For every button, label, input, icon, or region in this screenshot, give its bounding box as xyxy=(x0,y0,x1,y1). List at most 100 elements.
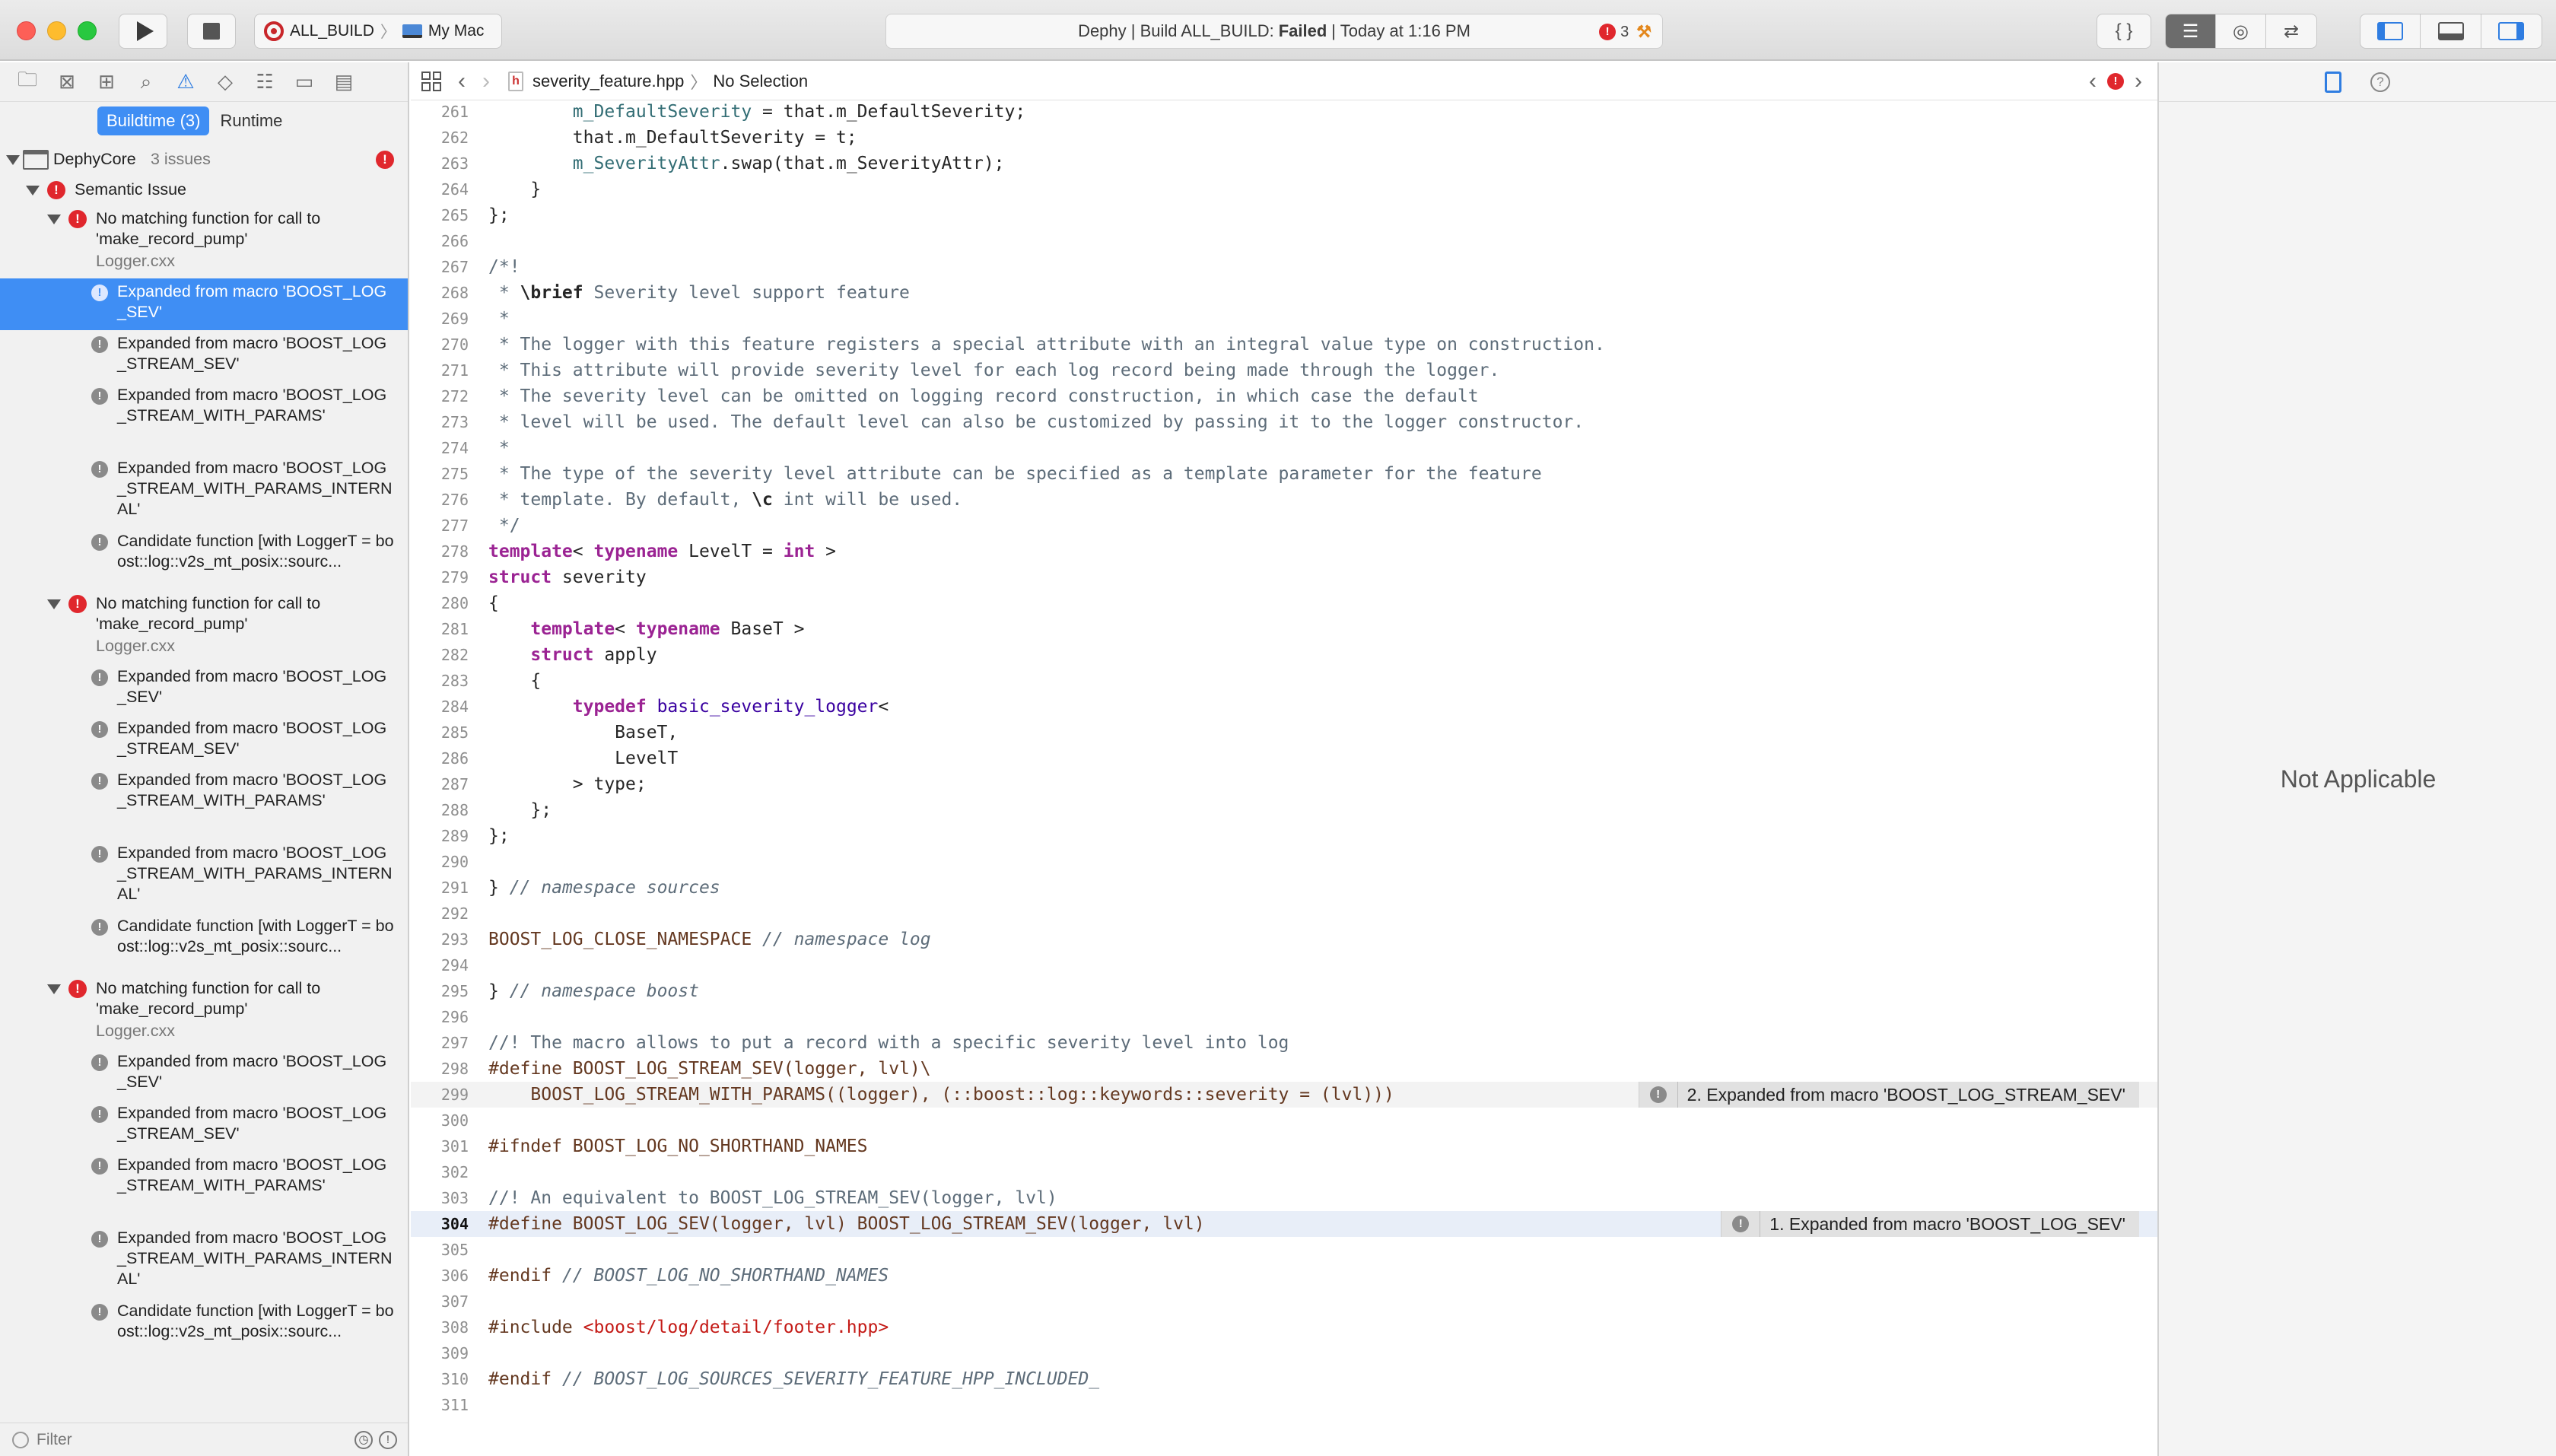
filter-input[interactable] xyxy=(37,1430,326,1449)
issues-filter-icon[interactable]: ! xyxy=(379,1431,397,1449)
code-line[interactable]: 304 #define BOOST_LOG_SEV(logger, lvl) BO… xyxy=(411,1211,2157,1237)
code-line[interactable]: 297 //! The macro allows to put a record … xyxy=(411,1030,2157,1056)
disclosure-down-icon[interactable] xyxy=(26,186,40,196)
code-line[interactable]: 284 typedef basic_severity_logger< xyxy=(411,694,2157,720)
minimize-window-button[interactable] xyxy=(47,21,66,40)
toggle-inspector-button[interactable] xyxy=(2481,14,2542,48)
issue-category-row[interactable]: ! Semantic Issue xyxy=(0,175,408,205)
disclosure-down-icon[interactable] xyxy=(47,215,61,224)
code-line[interactable]: 270 * The logger with this feature regis… xyxy=(411,332,2157,358)
help-icon[interactable]: ? xyxy=(2370,72,2390,92)
issue-row[interactable]: ! No matching function for call to 'make_… xyxy=(0,205,408,278)
code-line[interactable]: 305 xyxy=(411,1237,2157,1263)
jump-bar-file[interactable]: severity_feature.hpp xyxy=(532,72,684,91)
code-line[interactable]: 291} // namespace sources xyxy=(411,875,2157,901)
next-issue-icon[interactable]: › xyxy=(2135,70,2142,93)
activity-viewer[interactable]: Dephy | Build ALL_BUILD: Failed | Today … xyxy=(885,14,1663,49)
symbol-navigator-tab[interactable]: ⊞ xyxy=(87,67,126,97)
code-line[interactable]: 294 xyxy=(411,952,2157,978)
code-line[interactable]: 300 xyxy=(411,1108,2157,1133)
recent-filter-icon[interactable]: ◷ xyxy=(354,1431,373,1449)
code-line[interactable]: 309 xyxy=(411,1340,2157,1366)
code-line[interactable]: 285 BaseT, xyxy=(411,720,2157,745)
code-line[interactable]: 282 struct apply xyxy=(411,642,2157,668)
code-line[interactable]: 295} // namespace boost xyxy=(411,978,2157,1004)
code-line[interactable]: 290 xyxy=(411,849,2157,875)
version-editor-button[interactable]: ⇄ xyxy=(2266,14,2316,48)
project-navigator-tab[interactable]: 🗀 xyxy=(8,67,47,97)
issue-note-row[interactable]: ! Expanded from macro 'BOOST_LOG_STREAM_S… xyxy=(0,330,408,382)
issue-note-row[interactable]: ! Candidate function [with LoggerT = boos… xyxy=(0,1298,408,1360)
issue-navigator-tab[interactable]: ⚠ xyxy=(166,67,205,97)
toggle-debug-area-button[interactable] xyxy=(2421,14,2481,48)
issue-note-row[interactable]: ! Expanded from macro 'BOOST_LOG_STREAM_W… xyxy=(0,382,408,455)
issue-note-row[interactable]: ! Expanded from macro 'BOOST_LOG_SEV' xyxy=(0,663,408,715)
scheme-selector[interactable]: ALL_BUILD 〉 My Mac xyxy=(254,14,502,49)
debug-navigator-tab[interactable]: ☷ xyxy=(245,67,285,97)
code-line[interactable]: 306 #endif // BOOST_LOG_NO_SHORTHAND_NAME… xyxy=(411,1263,2157,1289)
issue-note-row[interactable]: ! Candidate function [with LoggerT = boos… xyxy=(0,528,408,590)
issue-note-row[interactable]: ! Expanded from macro 'BOOST_LOG_SEV' xyxy=(0,278,408,330)
back-icon[interactable]: ‹ xyxy=(458,69,466,93)
disclosure-down-icon[interactable] xyxy=(47,599,61,609)
disclosure-down-icon[interactable] xyxy=(47,984,61,994)
test-navigator-tab[interactable]: ◇ xyxy=(205,67,245,97)
project-row[interactable]: DephyCore 3 issues! xyxy=(0,145,408,175)
code-line[interactable]: 278 template< typename LevelT = int > xyxy=(411,539,2157,564)
code-line[interactable]: 307 xyxy=(411,1289,2157,1315)
issue-note-row[interactable]: ! Expanded from macro 'BOOST_LOG_STREAM_W… xyxy=(0,455,408,528)
close-window-button[interactable] xyxy=(17,21,36,40)
code-line[interactable]: 281 template< typename BaseT > xyxy=(411,616,2157,642)
code-line[interactable]: 302 xyxy=(411,1159,2157,1185)
code-line[interactable]: 275 * The type of the severity level att… xyxy=(411,461,2157,487)
issue-row[interactable]: ! No matching function for call to 'make_… xyxy=(0,975,408,1048)
disclosure-down-icon[interactable] xyxy=(6,155,20,165)
code-line[interactable]: 293 BOOST_LOG_CLOSE_NAMESPACE // namespac… xyxy=(411,927,2157,952)
code-line[interactable]: 289}; xyxy=(411,823,2157,849)
code-line[interactable]: 272 * The severity level can be omitted … xyxy=(411,383,2157,409)
stop-button[interactable] xyxy=(187,14,236,49)
assistant-editor-button[interactable]: ◎ xyxy=(2216,14,2266,48)
standard-editor-button[interactable]: ☰ xyxy=(2166,14,2216,48)
issue-note-row[interactable]: ! Expanded from macro 'BOOST_LOG_STREAM_S… xyxy=(0,715,408,767)
code-line[interactable]: 298 #define BOOST_LOG_STREAM_SEV(logger, … xyxy=(411,1056,2157,1082)
code-line[interactable]: 292 xyxy=(411,901,2157,927)
previous-issue-icon[interactable]: ‹ xyxy=(2089,70,2097,93)
code-line[interactable]: 311 xyxy=(411,1392,2157,1418)
code-line[interactable]: 283 { xyxy=(411,668,2157,694)
forward-icon[interactable]: › xyxy=(482,69,490,93)
issue-note-row[interactable]: ! Candidate function [with LoggerT = boos… xyxy=(0,913,408,975)
jump-bar-selection[interactable]: No Selection xyxy=(713,72,808,91)
code-line[interactable]: 266 xyxy=(411,228,2157,254)
code-line[interactable]: 303 //! An equivalent to BOOST_LOG_STREAM… xyxy=(411,1185,2157,1211)
breakpoint-navigator-tab[interactable]: ▭ xyxy=(285,67,324,97)
zoom-window-button[interactable] xyxy=(78,21,97,40)
run-button[interactable] xyxy=(119,14,167,49)
code-line[interactable]: 267 /*! xyxy=(411,254,2157,280)
inline-issue-annotation[interactable]: ! 2. Expanded from macro 'BOOST_LOG_STREA… xyxy=(1638,1082,2139,1108)
code-line[interactable]: 261 m_DefaultSeverity = that.m_DefaultSe… xyxy=(411,100,2157,125)
buildtime-tab[interactable]: Buildtime (3) xyxy=(97,106,210,135)
issue-note-row[interactable]: ! Expanded from macro 'BOOST_LOG_STREAM_W… xyxy=(0,1225,408,1298)
issue-note-row[interactable]: ! Expanded from macro 'BOOST_LOG_STREAM_W… xyxy=(0,1152,408,1225)
issue-row[interactable]: ! No matching function for call to 'make_… xyxy=(0,590,408,663)
code-area[interactable]: 261 m_DefaultSeverity = that.m_DefaultSe… xyxy=(411,100,2157,1456)
code-line[interactable]: 288 }; xyxy=(411,797,2157,823)
code-line[interactable]: 264 } xyxy=(411,176,2157,202)
code-line[interactable]: 287 > type; xyxy=(411,771,2157,797)
code-line[interactable]: 301 #ifndef BOOST_LOG_NO_SHORTHAND_NAMES xyxy=(411,1133,2157,1159)
runtime-tab[interactable]: Runtime xyxy=(209,106,293,135)
code-line[interactable]: 276 * template. By default, \c int will … xyxy=(411,487,2157,513)
code-line[interactable]: 277 */ xyxy=(411,513,2157,539)
code-line[interactable]: 265}; xyxy=(411,202,2157,228)
related-items-icon[interactable] xyxy=(421,71,441,91)
file-inspector-icon[interactable] xyxy=(2325,71,2341,93)
code-line[interactable]: 280 { xyxy=(411,590,2157,616)
find-navigator-tab[interactable]: ⌕ xyxy=(126,67,166,97)
code-line[interactable]: 271 * This attribute will provide severi… xyxy=(411,358,2157,383)
inline-issue-annotation[interactable]: ! 1. Expanded from macro 'BOOST_LOG_SEV' xyxy=(1721,1211,2139,1237)
issue-note-row[interactable]: ! Expanded from macro 'BOOST_LOG_STREAM_W… xyxy=(0,840,408,913)
code-line[interactable]: 279 struct severity xyxy=(411,564,2157,590)
report-navigator-tab[interactable]: ▤ xyxy=(324,67,364,97)
code-line[interactable]: 269 * xyxy=(411,306,2157,332)
